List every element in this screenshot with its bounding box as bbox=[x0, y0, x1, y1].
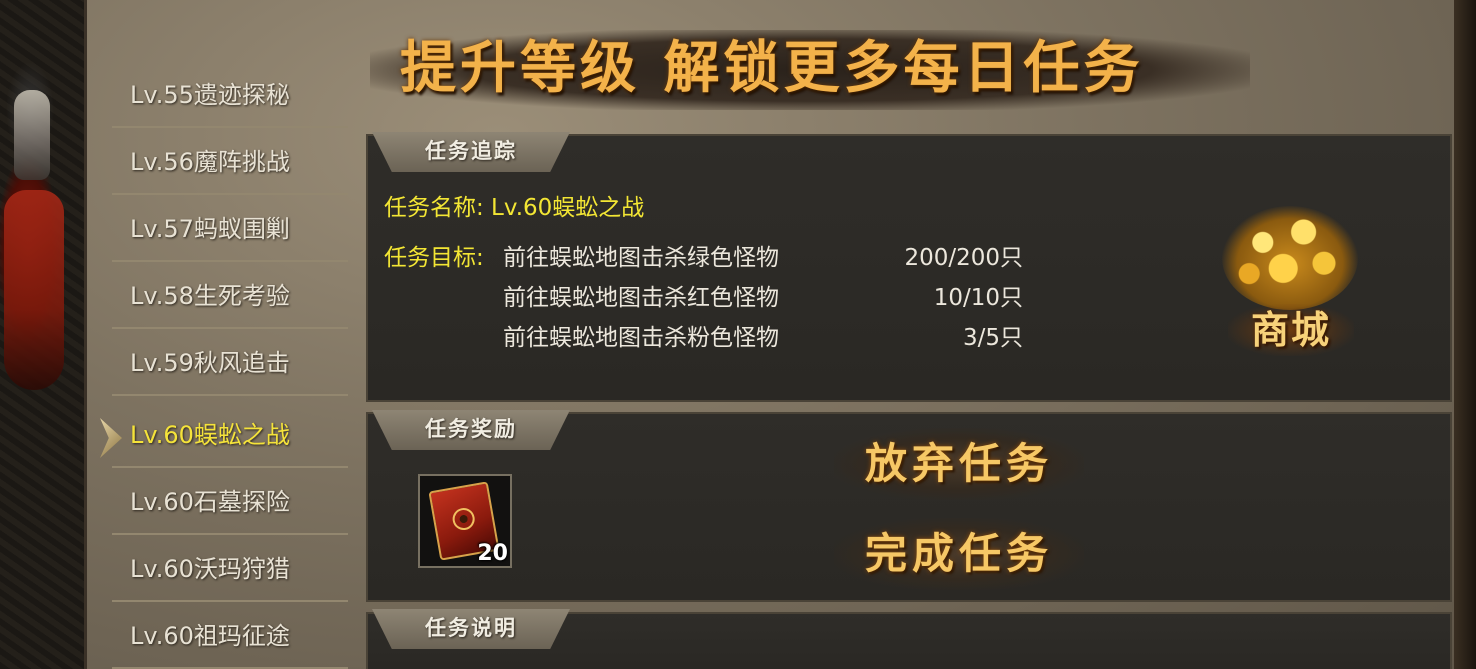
sidebar-item-lv58[interactable]: Lv.58生死考验 bbox=[112, 263, 348, 329]
goal-row: 前往蜈蚣地图击杀绿色怪物 200/200只 bbox=[503, 238, 1023, 274]
shop-label: 商城 bbox=[1228, 304, 1354, 356]
gold-pile-icon bbox=[1222, 206, 1358, 310]
sidebar-item-lv60-centipede[interactable]: Lv.60蜈蚣之战 bbox=[112, 402, 348, 468]
task-list-sidebar: Lv.55遗迹探秘 Lv.56魔阵挑战 Lv.57蚂蚁围剿 Lv.58生死考验 … bbox=[112, 62, 348, 669]
reward-item-slot[interactable]: 20 bbox=[418, 474, 512, 568]
goal-row: 前往蜈蚣地图击杀粉色怪物 3/5只 bbox=[503, 318, 1023, 354]
sidebar-item-lv60-tomb[interactable]: Lv.60石墓探险 bbox=[112, 469, 348, 535]
sidebar-item-lv60-woma[interactable]: Lv.60沃玛狩猎 bbox=[112, 536, 348, 602]
page-title: 提升等级 解锁更多每日任务 bbox=[400, 35, 1144, 101]
task-goal-label: 任务目标: bbox=[384, 245, 484, 271]
goal-row: 前往蜈蚣地图击杀红色怪物 10/10只 bbox=[503, 278, 1023, 314]
goal-count: 3/5只 bbox=[962, 325, 1023, 351]
sidebar-item-lv60-zuma[interactable]: Lv.60祖玛征途 bbox=[112, 603, 348, 669]
left-dragon-decoration bbox=[0, 0, 84, 669]
sidebar-item-lv55[interactable]: Lv.55遗迹探秘 bbox=[112, 62, 348, 128]
tab-task-reward: 任务奖励 bbox=[372, 410, 570, 450]
goal-count: 10/10只 bbox=[933, 285, 1023, 311]
goal-text: 前往蜈蚣地图击杀粉色怪物 bbox=[503, 325, 779, 351]
goal-text: 前往蜈蚣地图击杀绿色怪物 bbox=[503, 245, 779, 271]
shop-button[interactable]: 商城 bbox=[1214, 200, 1364, 370]
sidebar-item-lv59[interactable]: Lv.59秋风追击 bbox=[112, 330, 348, 396]
abandon-task-button[interactable]: 放弃任务 bbox=[834, 428, 1084, 500]
tab-task-description: 任务说明 bbox=[372, 609, 570, 649]
tab-task-tracking: 任务追踪 bbox=[372, 132, 570, 172]
right-edge-decoration bbox=[1454, 0, 1476, 669]
sidebar-item-lv56[interactable]: Lv.56魔阵挑战 bbox=[112, 129, 348, 195]
sidebar-item-lv57[interactable]: Lv.57蚂蚁围剿 bbox=[112, 196, 348, 262]
book-emblem-icon bbox=[450, 506, 477, 532]
red-tassel-rope bbox=[4, 190, 64, 390]
complete-task-button[interactable]: 完成任务 bbox=[834, 518, 1084, 590]
tassel-ornament bbox=[14, 90, 50, 180]
goal-text: 前往蜈蚣地图击杀红色怪物 bbox=[503, 285, 779, 311]
task-name: 任务名称: Lv.60蜈蚣之战 bbox=[384, 195, 645, 221]
goal-count: 200/200只 bbox=[904, 245, 1023, 271]
reward-item-count: 20 bbox=[477, 541, 508, 566]
